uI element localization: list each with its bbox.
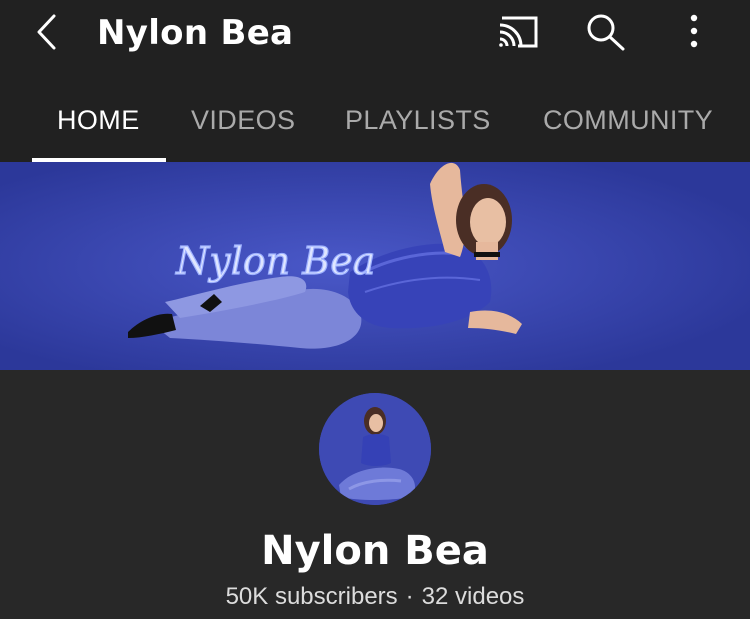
banner-logo-text: Nylon Bea [175, 239, 375, 283]
search-icon [587, 14, 625, 51]
search-button[interactable] [583, 10, 629, 54]
channel-stats: 50K subscribers · 32 videos [0, 580, 750, 614]
tab-playlists[interactable]: PLAYLISTS [345, 92, 491, 162]
tab-community[interactable]: COMMUNITY [543, 92, 713, 162]
banner-artwork: Nylon Bea [0, 162, 750, 370]
app-header: Nylon Bea HOME VIDEOS PLAYLISTS COMMUNIT… [0, 0, 750, 162]
back-button[interactable] [28, 10, 68, 54]
channel-tabs: HOME VIDEOS PLAYLISTS COMMUNITY [0, 92, 750, 162]
more-vertical-icon [690, 14, 698, 48]
avatar-image [319, 393, 431, 505]
cast-button[interactable] [494, 12, 542, 52]
cast-icon [499, 16, 538, 48]
video-count: 32 videos [421, 583, 525, 610]
channel-avatar[interactable] [319, 393, 431, 505]
stats-separator: · [405, 583, 414, 610]
channel-name: Nylon Bea [261, 528, 489, 574]
banner-logo: Nylon Bea [174, 238, 376, 283]
back-arrow-icon [37, 14, 56, 50]
tab-videos[interactable]: VIDEOS [191, 92, 295, 162]
channel-banner: Nylon Bea [0, 162, 750, 370]
subscriber-count: 50K subscribers [225, 583, 398, 610]
page-title: Nylon Bea [97, 13, 294, 53]
tab-home[interactable]: HOME [57, 92, 140, 162]
more-options-button[interactable] [678, 10, 710, 54]
